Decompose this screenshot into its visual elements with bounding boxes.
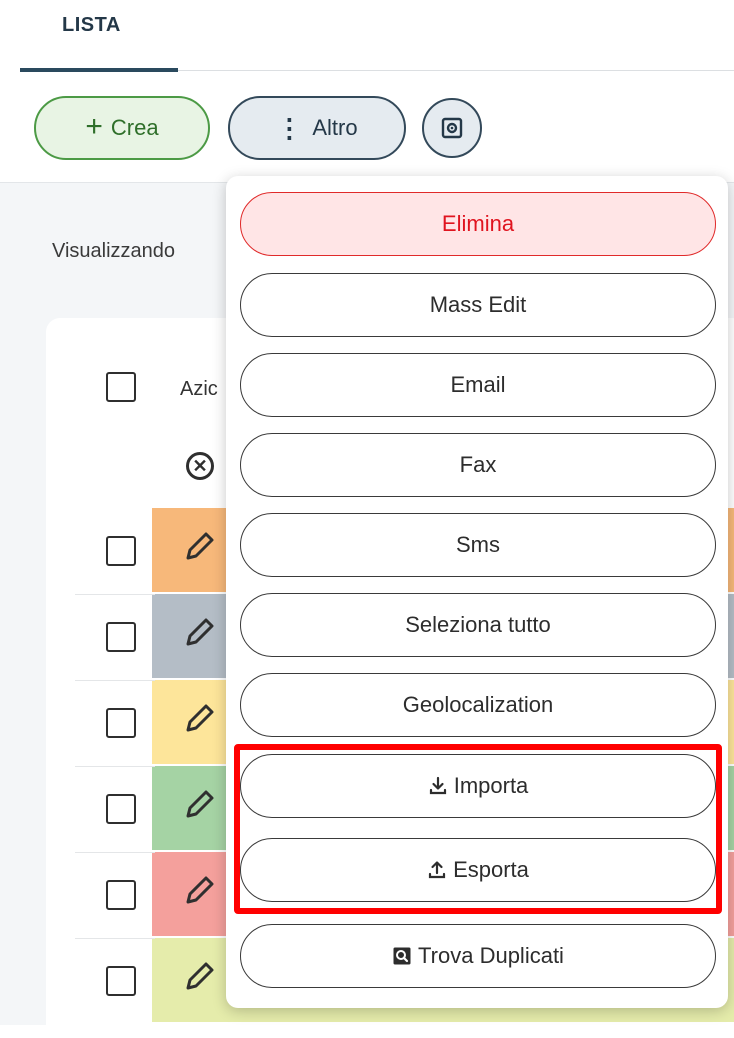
row-divider [75,594,155,595]
edit-pencil-icon[interactable] [184,960,216,992]
menu-item-email[interactable]: Email [240,353,716,417]
menu-item-geolocalization[interactable]: Geolocalization [240,673,716,737]
menu-item-sms[interactable]: Sms [240,513,716,577]
menu-item-elimina[interactable]: Elimina [240,192,716,256]
menu-item-select-all[interactable]: Seleziona tutto [240,593,716,657]
row-divider [75,852,155,853]
edit-pencil-icon[interactable] [184,874,216,906]
edit-pencil-icon[interactable] [184,616,216,648]
row-checkbox[interactable] [106,966,136,996]
viewing-text: Visualizzando [52,240,176,262]
menu-item-label: Esporta [453,857,529,882]
menu-item-label: Importa [453,773,529,798]
row-checkbox[interactable] [106,536,136,566]
edit-pencil-icon[interactable] [184,530,216,562]
menu-item-label: Seleziona tutto [405,612,551,637]
clear-filter-icon[interactable]: ✕ [186,452,214,480]
select-all-checkbox[interactable] [106,372,136,402]
more-actions-menu: Elimina Mass Edit Email Fax Sms Selezion… [226,176,728,1008]
tab-bar-divider [178,70,734,71]
plus-icon: + [85,109,103,143]
edit-pencil-icon[interactable] [184,788,216,820]
menu-item-label: Sms [456,532,500,557]
menu-item-label: Fax [459,452,497,477]
row-checkbox[interactable] [106,794,136,824]
tab-active-indicator [20,68,178,72]
create-button[interactable]: + Crea [34,96,210,160]
row-divider [75,938,155,939]
upload-icon [428,861,446,879]
row-checkbox[interactable] [106,622,136,652]
more-button[interactable]: ⋮ Altro [228,96,406,160]
tab-label: LISTA [62,14,121,36]
settings-box-icon [441,117,463,139]
menu-item-import[interactable]: Importa [240,754,716,818]
vertical-dots-icon: ⋮ [276,113,303,143]
more-button-label: Altro [312,115,358,140]
edit-pencil-icon[interactable] [184,702,216,734]
menu-item-label: Mass Edit [429,292,527,317]
menu-item-mass-edit[interactable]: Mass Edit [240,273,716,337]
tab-lista[interactable]: LISTA [20,0,178,72]
menu-item-find-duplicates[interactable]: Trova Duplicati [240,924,716,988]
settings-button[interactable] [422,98,482,158]
menu-item-label: Email [450,372,506,397]
row-checkbox[interactable] [106,708,136,738]
create-button-label: Crea [110,115,159,140]
row-divider [75,680,155,681]
menu-item-label: Elimina [441,211,515,236]
download-icon [429,776,446,795]
menu-item-export[interactable]: Esporta [240,838,716,902]
row-checkbox[interactable] [106,880,136,910]
search-box-icon [393,947,411,965]
row-divider [75,766,155,767]
actions-column-header: Azic [180,378,218,400]
menu-item-fax[interactable]: Fax [240,433,716,497]
menu-item-label: Trova Duplicati [418,943,564,968]
menu-item-label: Geolocalization [402,692,554,717]
